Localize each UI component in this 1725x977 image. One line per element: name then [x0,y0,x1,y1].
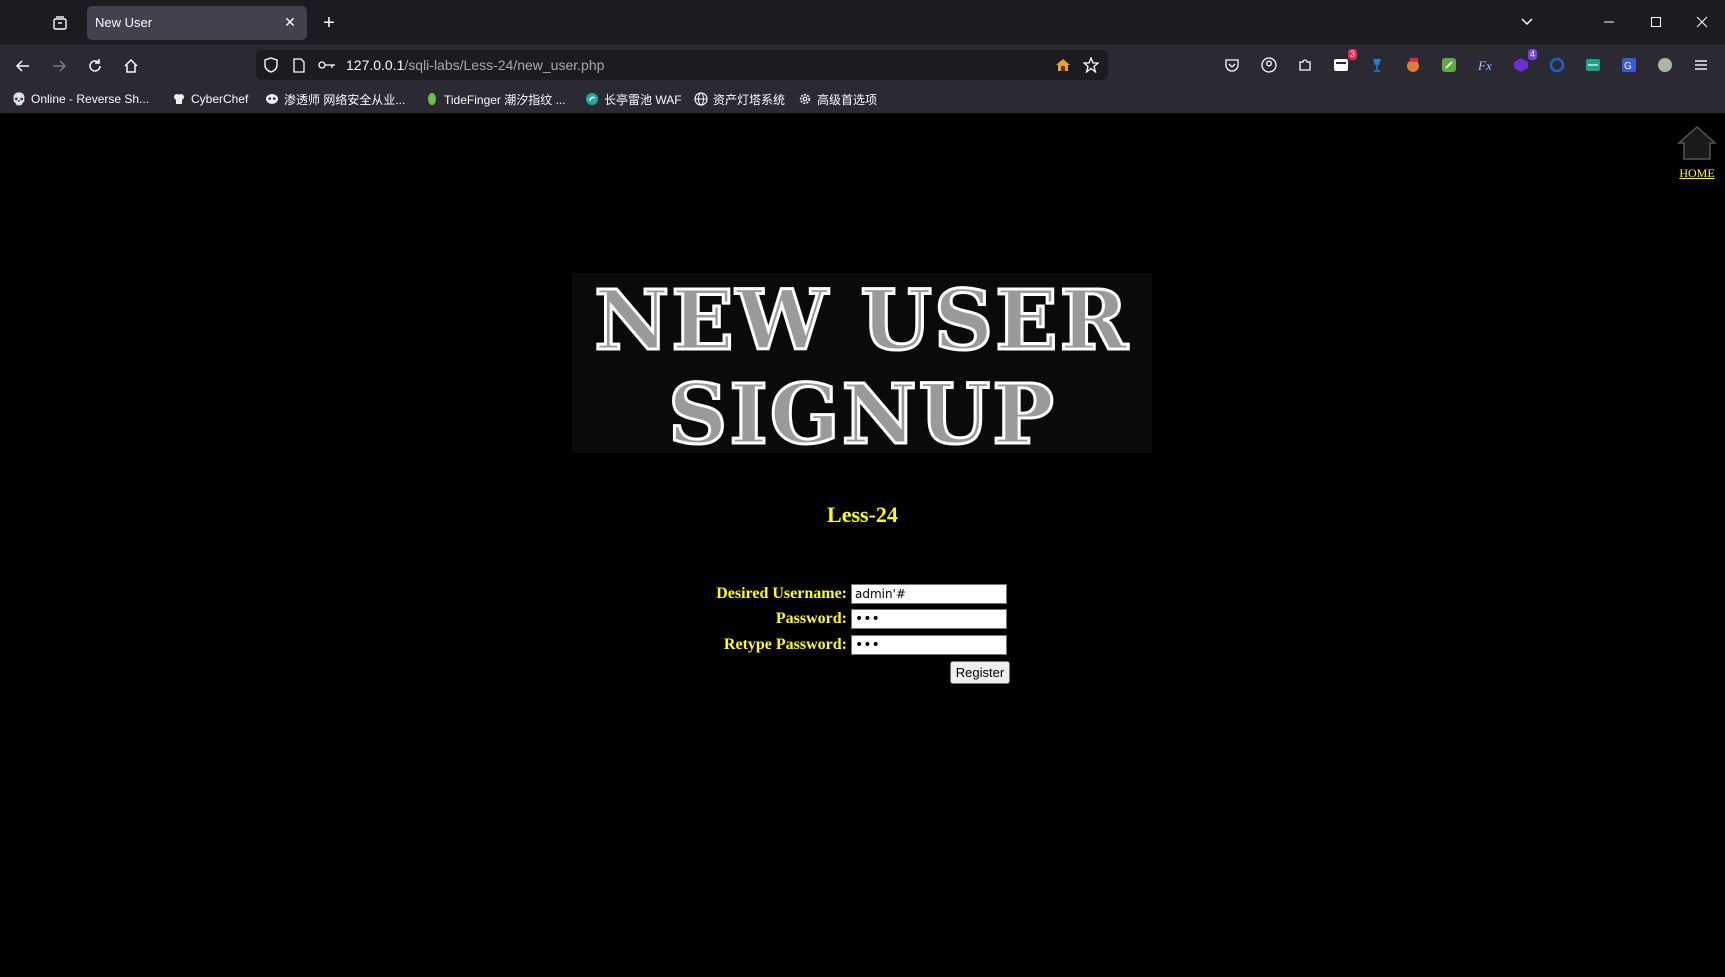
banner-line-1: NEW USER [593,272,1130,371]
active-tab[interactable]: New User ✕ [87,6,307,40]
navigation-toolbar: 127.0.0.1/sqli-labs/Less-24/new_user.php… [0,45,1725,85]
signup-banner-image: NEW USER SIGNUP [572,272,1152,465]
extension-badge: 4 [1527,49,1537,60]
skull-icon: 💀 [11,92,27,106]
bookmark-item[interactable]: 高级首选项 [798,90,877,108]
account-icon[interactable] [1259,55,1279,75]
bookmark-label: CyberChef [191,92,249,106]
extension-badge: 3 [1347,49,1357,60]
back-icon[interactable] [10,53,36,79]
translate-extension-icon[interactable]: G [1619,55,1639,75]
key-icon[interactable] [318,56,336,74]
bookmark-label: 长亭雷池 WAF [604,92,682,107]
retype-password-input[interactable]: ••• [851,635,1007,655]
tab-list-icon[interactable] [46,11,74,35]
extensions-puzzle-icon[interactable] [1295,55,1315,75]
tide-icon [425,92,439,106]
teal-extension-icon[interactable] [1583,55,1603,75]
fx-extension-icon[interactable]: Fx [1475,55,1495,75]
password-input[interactable]: ••• [851,609,1007,629]
bookmarks-toolbar: 💀 Online - Reverse Sh... CyberChef 渗透师 网… [0,85,1725,113]
minimize-icon[interactable] [1597,10,1621,34]
username-label: Desired Username: [716,585,847,602]
username-input[interactable] [851,584,1007,604]
url-path: /sqli-labs/Less-24/new_user.php [404,57,605,73]
bookmark-item[interactable]: CyberChef [172,90,248,108]
shield-icon [585,92,599,106]
bookmark-label: 高级首选项 [817,92,878,107]
home-icon[interactable] [118,53,144,79]
address-bar[interactable]: 127.0.0.1/sqli-labs/Less-24/new_user.php [256,50,1108,80]
home-label: HOME [1679,166,1715,180]
browser-chrome: New User ✕ + 127.0.0.1/sqli-labs/Less-24… [0,0,1725,113]
purple-extension-icon[interactable]: 4 [1511,49,1537,75]
register-button[interactable]: Register [950,661,1010,684]
blue-ring-extension-icon[interactable] [1547,55,1567,75]
tracking-protection-icon[interactable] [262,56,280,74]
bookmark-label: 资产灯塔系统 [713,92,786,107]
new-tab-icon[interactable]: + [318,12,340,34]
bookmark-item[interactable]: 资产灯塔系统 [694,90,785,108]
bookmark-star-icon[interactable] [1082,56,1100,74]
tab-title: New User [95,15,153,30]
page-content: HOME NEW USER SIGNUP Less-24 Desired Use… [0,113,1725,977]
close-tab-icon[interactable]: ✕ [281,13,299,31]
green-extension-icon[interactable] [1439,55,1459,75]
bookmark-item[interactable]: 长亭雷池 WAF [585,90,682,108]
profile-avatar-icon[interactable] [1655,55,1675,75]
bookmark-item[interactable]: TideFinger 潮汐指纹 ... [425,90,566,108]
hackbar-extension-icon[interactable]: 3 [1331,49,1357,75]
chef-hat-icon [172,92,186,106]
lesson-title: Less-24 [827,502,898,527]
tab-bar: New User ✕ + [0,0,1725,45]
list-all-tabs-icon[interactable] [1515,10,1539,34]
wineglass-extension-icon[interactable] [1367,55,1387,75]
retype-password-label: Retype Password: [723,636,847,653]
bookmark-item[interactable]: 渗透师 网络安全从业... [265,90,405,108]
gear-icon [798,92,812,106]
bookmark-label: TideFinger 潮汐指纹 ... [444,92,566,107]
house-extension-icon[interactable] [1054,56,1072,74]
fox-extension-icon[interactable] [1403,55,1423,75]
svg-text:G: G [1624,61,1632,72]
forward-icon[interactable] [46,53,72,79]
bookmark-item[interactable]: 💀 Online - Reverse Sh... [11,90,150,108]
banner-line-2: SIGNUP [667,366,1056,465]
bookmark-label: 渗透师 网络安全从业... [284,92,406,107]
reload-icon[interactable] [82,53,108,79]
home-link[interactable]: HOME [1677,125,1717,181]
url-host: 127.0.0.1 [346,57,405,73]
close-window-icon[interactable] [1690,10,1714,34]
password-row: Password: [700,608,847,630]
username-row: Desired Username: [700,583,847,605]
house-icon [1677,125,1717,160]
mask-icon [265,92,279,106]
globe-icon [694,92,708,106]
svg-text:Fx: Fx [1477,58,1492,73]
password-label: Password: [775,610,847,627]
url-text[interactable]: 127.0.0.1/sqli-labs/Less-24/new_user.php [346,57,604,73]
pocket-icon[interactable] [1222,55,1242,75]
bookmark-label: Online - Reverse Sh... [31,92,150,106]
menu-icon[interactable] [1691,55,1711,75]
maximize-icon[interactable] [1644,10,1668,34]
page-info-icon[interactable] [290,56,308,74]
retype-password-row: Retype Password: [700,634,847,656]
